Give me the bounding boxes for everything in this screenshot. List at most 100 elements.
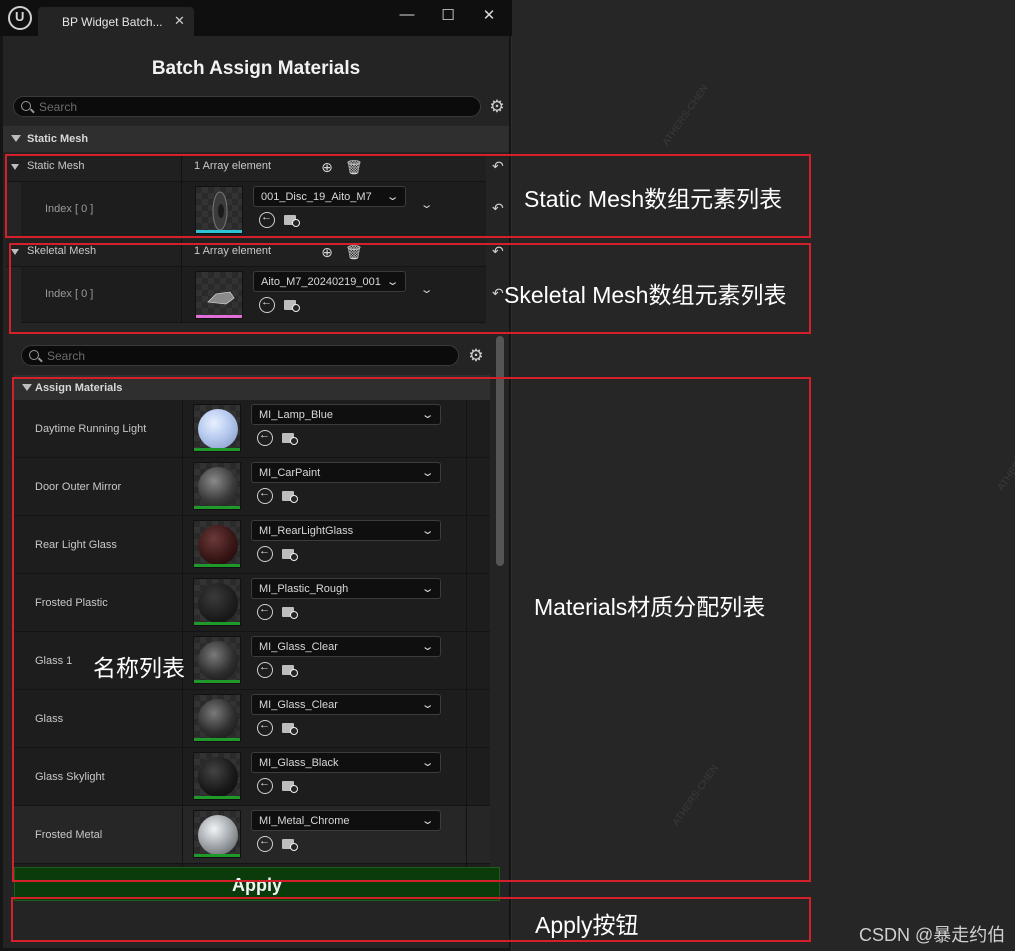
material-picker[interactable]: MI_CarPaint ⌄ bbox=[251, 462, 441, 483]
material-slot-name: Door Outer Mirror bbox=[35, 481, 122, 493]
chevron-down-icon: ⌄ bbox=[420, 815, 435, 827]
watermark-stamp: ATHERS-CHEN bbox=[995, 428, 1015, 493]
expand-details-chevron-icon[interactable]: ⌄ bbox=[420, 283, 434, 296]
browse-to-asset-icon[interactable] bbox=[282, 605, 298, 619]
reset-to-default-icon[interactable]: ↶ bbox=[492, 158, 504, 175]
use-selected-asset-icon[interactable] bbox=[257, 487, 273, 504]
material-thumbnail[interactable] bbox=[193, 578, 241, 626]
use-selected-asset-icon[interactable] bbox=[257, 777, 273, 794]
tab-label: BP Widget Batch... bbox=[62, 15, 163, 29]
material-picker[interactable]: MI_Glass_Clear ⌄ bbox=[251, 694, 441, 715]
column-divider bbox=[466, 458, 467, 516]
column-divider bbox=[466, 400, 467, 458]
material-picker[interactable]: MI_Plastic_Rough ⌄ bbox=[251, 578, 441, 599]
material-picker[interactable]: MI_Lamp_Blue ⌄ bbox=[251, 404, 441, 425]
details-search-box[interactable] bbox=[13, 96, 481, 117]
use-selected-asset-icon[interactable] bbox=[259, 296, 275, 313]
expand-triangle-icon[interactable] bbox=[11, 164, 19, 170]
material-name: MI_Glass_Clear bbox=[259, 641, 338, 653]
use-selected-asset-icon[interactable] bbox=[257, 429, 273, 446]
use-selected-asset-icon[interactable] bbox=[257, 661, 273, 678]
material-slot-row: Door Outer Mirror MI_CarPaint ⌄ bbox=[14, 458, 490, 516]
browse-to-asset-icon[interactable] bbox=[282, 837, 298, 851]
materials-settings-gear-icon[interactable]: ⚙ bbox=[467, 347, 485, 365]
material-picker[interactable]: MI_Glass_Black ⌄ bbox=[251, 752, 441, 773]
use-selected-asset-icon[interactable] bbox=[259, 211, 275, 228]
reset-to-default-icon[interactable]: ↶ bbox=[492, 200, 504, 217]
column-divider bbox=[466, 806, 467, 864]
close-window-button[interactable]: ✕ bbox=[476, 6, 502, 26]
material-thumbnail[interactable] bbox=[193, 810, 241, 858]
material-thumbnail[interactable] bbox=[193, 404, 241, 452]
use-selected-asset-icon[interactable] bbox=[257, 719, 273, 736]
use-selected-asset-icon[interactable] bbox=[257, 835, 273, 852]
use-selected-asset-icon[interactable] bbox=[257, 545, 273, 562]
browse-to-asset-icon[interactable] bbox=[284, 298, 300, 312]
material-name: MI_Glass_Clear bbox=[259, 699, 338, 711]
material-preview-sphere bbox=[198, 409, 238, 449]
static-mesh-index-label: Index [ 0 ] bbox=[45, 203, 94, 215]
material-thumbnail[interactable] bbox=[193, 752, 241, 800]
category-static-mesh[interactable]: Static Mesh bbox=[3, 126, 509, 152]
materials-search-input[interactable] bbox=[47, 347, 396, 364]
collapse-triangle-icon[interactable] bbox=[11, 135, 21, 142]
reset-to-default-icon[interactable]: ↶ bbox=[492, 243, 504, 260]
minimize-button[interactable]: — bbox=[394, 6, 420, 26]
column-divider bbox=[466, 748, 467, 806]
collapse-triangle-icon[interactable] bbox=[22, 384, 32, 391]
material-thumbnail[interactable] bbox=[193, 520, 241, 568]
settings-gear-icon[interactable]: ⚙ bbox=[488, 98, 506, 116]
chevron-down-icon: ⌄ bbox=[420, 409, 435, 421]
skeletal-mesh-thumbnail[interactable] bbox=[195, 271, 243, 319]
material-preview-sphere bbox=[198, 699, 238, 739]
asset-type-bar bbox=[194, 680, 240, 683]
skeletal-mesh-asset-picker[interactable]: Aito_M7_20240219_001 ⌄ bbox=[253, 271, 406, 292]
materials-search-box[interactable] bbox=[21, 345, 459, 366]
expand-triangle-icon[interactable] bbox=[11, 249, 19, 255]
expand-details-chevron-icon[interactable]: ⌄ bbox=[420, 198, 434, 211]
browse-to-asset-icon[interactable] bbox=[282, 547, 298, 561]
material-slot-row: Glass Skylight MI_Glass_Black ⌄ bbox=[14, 748, 490, 806]
asset-type-bar bbox=[194, 796, 240, 799]
material-name: MI_RearLightGlass bbox=[259, 525, 354, 537]
reset-to-default-icon[interactable]: ↶ bbox=[492, 285, 504, 302]
browse-to-asset-icon[interactable] bbox=[282, 489, 298, 503]
category-assign-materials[interactable]: Assign Materials bbox=[14, 375, 490, 400]
details-search-input[interactable] bbox=[39, 98, 412, 115]
skeletal-mesh-index-label: Index [ 0 ] bbox=[45, 288, 94, 300]
browse-to-asset-icon[interactable] bbox=[282, 663, 298, 677]
tab-bp-widget-batch[interactable]: BP Widget Batch... ✕ bbox=[38, 7, 194, 36]
apply-button[interactable]: Apply bbox=[14, 867, 500, 901]
maximize-button[interactable]: ☐ bbox=[435, 6, 461, 26]
material-slot-name: Glass Skylight bbox=[35, 771, 105, 783]
column-divider bbox=[181, 239, 182, 323]
unreal-logo-icon bbox=[8, 6, 32, 30]
use-selected-asset-icon[interactable] bbox=[257, 603, 273, 620]
material-thumbnail[interactable] bbox=[193, 462, 241, 510]
materials-scrollbar[interactable] bbox=[496, 336, 504, 566]
tab-close-icon[interactable]: ✕ bbox=[174, 13, 185, 29]
delete-all-icon[interactable]: 🗑 bbox=[345, 244, 363, 260]
material-thumbnail[interactable] bbox=[193, 694, 241, 742]
material-picker[interactable]: MI_Glass_Clear ⌄ bbox=[251, 636, 441, 657]
browse-to-asset-icon[interactable] bbox=[282, 721, 298, 735]
browse-to-asset-icon[interactable] bbox=[282, 779, 298, 793]
browse-to-asset-icon[interactable] bbox=[284, 213, 300, 227]
chevron-down-icon: ⌄ bbox=[420, 467, 435, 479]
material-slot-row: Rear Light Glass MI_RearLightGlass ⌄ bbox=[14, 516, 490, 574]
delete-all-icon[interactable]: 🗑 bbox=[345, 159, 363, 175]
annotation-static-mesh-label: Static Mesh数组元素列表 bbox=[524, 186, 783, 212]
skeletal-mesh-asset-name: Aito_M7_20240219_001 bbox=[261, 276, 381, 288]
column-divider bbox=[182, 574, 183, 632]
add-element-icon[interactable]: ⊕ bbox=[319, 244, 335, 260]
static-mesh-asset-picker[interactable]: 001_Disc_19_Aito_M7 ⌄ bbox=[253, 186, 406, 207]
material-name: MI_Glass_Black bbox=[259, 757, 339, 769]
browse-to-asset-icon[interactable] bbox=[282, 431, 298, 445]
annotation-skeletal-mesh-label: Skeletal Mesh数组元素列表 bbox=[504, 282, 787, 308]
material-preview-sphere bbox=[198, 815, 238, 855]
static-mesh-thumbnail[interactable] bbox=[195, 186, 243, 234]
material-picker[interactable]: MI_RearLightGlass ⌄ bbox=[251, 520, 441, 541]
material-picker[interactable]: MI_Metal_Chrome ⌄ bbox=[251, 810, 441, 831]
add-element-icon[interactable]: ⊕ bbox=[319, 159, 335, 175]
material-thumbnail[interactable] bbox=[193, 636, 241, 684]
